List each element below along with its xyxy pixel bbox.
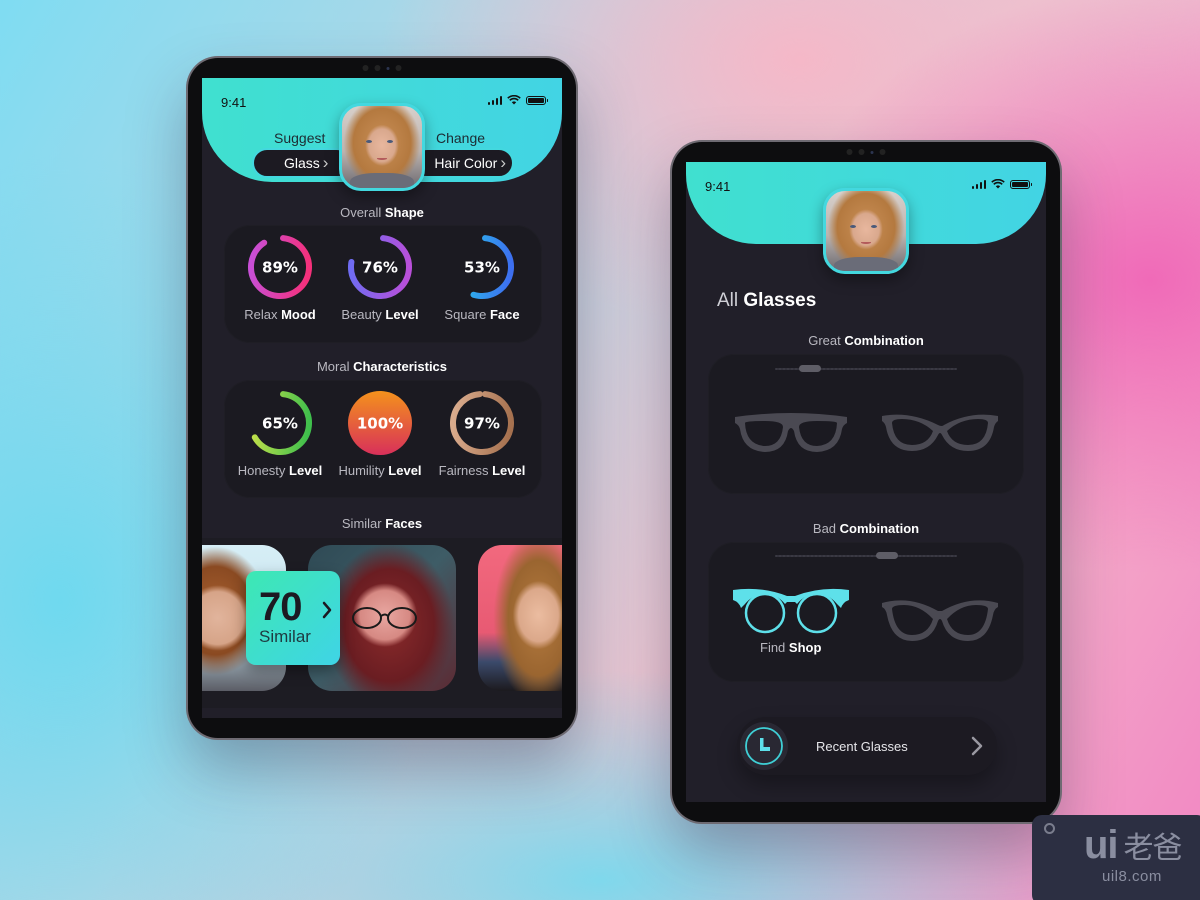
wifi-icon (991, 179, 1005, 189)
progress-value: 76% (362, 259, 398, 277)
metric-label: Beauty Level (341, 307, 419, 322)
progress-ring: 89% (248, 235, 312, 299)
progress-value: 89% (262, 259, 298, 277)
great-combination-title: Great Combination (808, 333, 924, 348)
metric-label: Honesty Level (237, 463, 323, 478)
chevron-right-icon (971, 736, 983, 756)
find-shop-link[interactable]: Find Shop (760, 640, 821, 655)
wifi-icon (507, 95, 521, 105)
clock-icon (745, 727, 783, 765)
progress-value: 53% (464, 259, 500, 277)
progress-value: 100% (357, 415, 403, 433)
suggest-glass-label: Glass (284, 155, 320, 171)
great-combination-slider-thumb[interactable] (799, 365, 821, 372)
metric-label: Relax Mood (244, 307, 316, 322)
metric-honesty-level: 65% Honesty Level (230, 389, 330, 478)
camera-sensor (846, 149, 886, 155)
watermark-badge: ui 老爸 uil8.com (1032, 815, 1200, 900)
similar-count-label: Similar (259, 627, 311, 646)
similar-face-card[interactable] (478, 545, 562, 691)
progress-ring: 53% (450, 235, 514, 299)
cellular-signal-icon (487, 95, 502, 105)
right-phone-device: 9:41 All Glasses Great Combination Bad C… (672, 142, 1060, 822)
watermark-brand: ui 老爸 (1084, 823, 1183, 867)
metric-label: Fairness Level (438, 463, 526, 478)
bad-combination-title: Bad Combination (812, 521, 920, 536)
battery-icon (1010, 179, 1032, 189)
camera-sensor (362, 65, 402, 71)
overall-shape-title: Overall Shape (340, 205, 424, 220)
metric-label: Square Face (444, 307, 520, 322)
watermark-url: uil8.com (1102, 868, 1162, 885)
metric-label: Humility Level (338, 463, 422, 478)
change-hair-color-label: Hair Color (434, 155, 498, 171)
face-glasses-detail (352, 607, 417, 629)
similar-count-badge[interactable]: 70 Similar (246, 571, 340, 665)
moral-characteristics-title: Moral Characteristics (316, 359, 448, 374)
user-avatar[interactable] (823, 188, 909, 274)
metric-beauty-level: 76% Beauty Level (330, 233, 430, 322)
bad-combination-slider-thumb[interactable] (875, 552, 898, 559)
round-browline-glasses-icon[interactable] (731, 586, 851, 634)
watermark-ring-icon (1044, 823, 1055, 834)
progress-ring: 76% (348, 235, 412, 299)
progress-ring: 65% (248, 391, 312, 455)
status-time: 9:41 (705, 179, 731, 194)
suggest-glass-button[interactable]: Glass › (252, 148, 352, 178)
status-icons (971, 179, 1032, 189)
left-phone-device: 9:41 Suggest Change Glass › Hair Color ›… (188, 58, 576, 738)
left-phone-screen: 9:41 Suggest Change Glass › Hair Color ›… (202, 78, 562, 718)
similar-count: 70 (259, 585, 302, 629)
status-time: 9:41 (221, 95, 247, 110)
recent-glasses-label: Recent Glasses (816, 738, 908, 754)
progress-ring: 97% (450, 391, 514, 455)
metric-square-face: 53% Square Face (432, 233, 532, 322)
chevron-right-icon: › (500, 153, 506, 172)
suggest-label: Suggest (274, 130, 326, 146)
chevron-right-icon (322, 601, 332, 619)
progress-value: 97% (464, 415, 500, 433)
right-phone-screen: 9:41 All Glasses Great Combination Bad C… (686, 162, 1046, 802)
progress-ring: 100% (348, 391, 412, 455)
bad-combination-slider-track[interactable] (775, 555, 957, 557)
page-title: All Glasses (717, 290, 817, 311)
metric-fairness-level: 97% Fairness Level (432, 389, 532, 478)
status-icons (487, 95, 548, 105)
cat-eye-wide-glasses-icon[interactable] (880, 595, 1000, 643)
cat-eye-glasses-icon[interactable] (880, 411, 1000, 455)
change-hair-color-button[interactable]: Hair Color › (412, 148, 514, 178)
wayfarer-glasses-icon[interactable] (731, 411, 851, 455)
metric-humility-level: 100% Humility Level (330, 389, 430, 478)
recent-glasses-button[interactable]: Recent Glasses (737, 717, 997, 775)
clock-icon-wrap (740, 722, 788, 770)
progress-value: 65% (262, 415, 298, 433)
battery-icon (526, 95, 548, 105)
chevron-right-icon: › (322, 153, 329, 172)
cellular-signal-icon (971, 179, 986, 189)
similar-faces-title: Similar Faces (341, 516, 423, 531)
user-avatar[interactable] (339, 103, 425, 191)
metric-relax-mood: 89% Relax Mood (230, 233, 330, 322)
change-label: Change (436, 130, 486, 146)
